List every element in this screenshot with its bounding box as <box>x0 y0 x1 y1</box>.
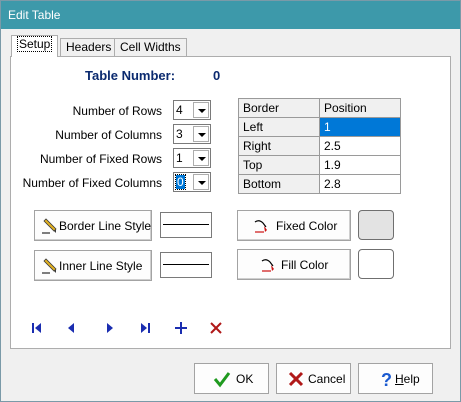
tab-cell-widths-label: Cell Widths <box>120 40 181 54</box>
grid-header-row: Border Position <box>238 98 401 118</box>
title-bar[interactable]: Edit Table <box>1 1 460 29</box>
inner-line-style-button[interactable]: Inner Line Style <box>34 250 152 281</box>
grid-row-label: Top <box>238 155 320 175</box>
table-row: Top 1.9 <box>238 155 401 175</box>
grid-row-label: Right <box>238 136 320 156</box>
columns-label: Number of Columns <box>55 128 162 142</box>
rows-value: 4 <box>176 103 183 117</box>
paint-brush-icon <box>254 220 267 233</box>
paint-brush-icon <box>261 259 274 272</box>
add-record-icon[interactable] <box>173 320 189 336</box>
ok-label: OK <box>236 372 254 386</box>
grid-cell[interactable]: 2.8 <box>319 174 401 194</box>
table-row: Bottom 2.8 <box>238 174 401 194</box>
tab-setup-label: Setup <box>17 36 53 52</box>
border-position-grid: Border Position Left 1 Right 2.5 Top 1.9… <box>238 98 401 194</box>
fixed-columns-label: Number of Fixed Columns <box>22 176 162 190</box>
rows-label: Number of Rows <box>72 104 162 118</box>
rows-combobox[interactable]: 4 <box>173 100 211 120</box>
table-number-label: Table Number: <box>85 68 176 83</box>
ok-button[interactable]: OK <box>194 363 269 394</box>
inner-line-preview <box>160 252 212 278</box>
pencil-icon <box>42 218 57 234</box>
grid-row-label: Bottom <box>238 174 320 194</box>
fixed-columns-combobox[interactable]: 0 <box>173 172 211 192</box>
table-number-value: 0 <box>213 68 221 83</box>
edit-table-dialog: Edit Table Setup Headers Cell Widths Tab… <box>0 0 461 402</box>
delete-record-icon[interactable] <box>208 320 224 336</box>
columns-combobox[interactable]: 3 <box>173 124 211 144</box>
tab-headers-label: Headers <box>66 40 112 54</box>
chevron-down-icon[interactable] <box>193 174 209 190</box>
fixed-columns-value: 0 <box>175 174 186 190</box>
next-record-icon[interactable] <box>101 320 117 336</box>
cancel-button[interactable]: Cancel <box>276 363 351 394</box>
fixed-color-label: Fixed Color <box>276 219 338 233</box>
fixed-rows-combobox[interactable]: 1 <box>173 148 211 168</box>
svg-text:?: ? <box>381 370 392 388</box>
chevron-down-icon[interactable] <box>193 102 209 118</box>
grid-header-border: Border <box>238 98 320 118</box>
fixed-color-button[interactable]: Fixed Color <box>237 210 351 241</box>
table-row: Left 1 <box>238 117 401 137</box>
last-record-icon[interactable] <box>137 320 153 336</box>
help-icon: ? <box>381 370 392 388</box>
border-line-style-label: Border Line Style <box>59 219 152 233</box>
close-icon <box>288 371 304 387</box>
inner-line-style-label: Inner Line Style <box>59 259 143 273</box>
columns-value: 3 <box>176 127 183 141</box>
border-line-style-button[interactable]: Border Line Style <box>34 210 152 241</box>
fixed-rows-label: Number of Fixed Rows <box>39 152 162 166</box>
fill-color-button[interactable]: Fill Color <box>237 249 351 280</box>
help-button[interactable]: ? Help <box>358 363 433 394</box>
border-line-preview <box>160 212 212 238</box>
first-record-icon[interactable] <box>29 320 45 336</box>
grid-cell[interactable]: 1 <box>319 117 401 137</box>
tab-headers[interactable]: Headers <box>60 38 118 56</box>
pencil-icon <box>42 258 57 274</box>
fill-color-label: Fill Color <box>281 258 329 272</box>
help-label: Help <box>395 372 420 386</box>
previous-record-icon[interactable] <box>64 320 80 336</box>
grid-header-position: Position <box>319 98 401 118</box>
cancel-label: Cancel <box>308 372 346 386</box>
fixed-color-swatch[interactable] <box>358 210 394 240</box>
grid-row-label: Left <box>238 117 320 137</box>
grid-cell[interactable]: 1.9 <box>319 155 401 175</box>
tab-cell-widths[interactable]: Cell Widths <box>114 38 187 56</box>
fixed-rows-value: 1 <box>176 151 183 165</box>
chevron-down-icon[interactable] <box>193 126 209 142</box>
window-title: Edit Table <box>8 8 61 22</box>
grid-cell[interactable]: 2.5 <box>319 136 401 156</box>
fill-color-swatch[interactable] <box>358 249 394 279</box>
help-label-rest: elp <box>403 372 420 386</box>
chevron-down-icon[interactable] <box>193 150 209 166</box>
checkmark-icon <box>213 372 231 388</box>
tab-setup[interactable]: Setup <box>11 35 59 57</box>
table-row: Right 2.5 <box>238 136 401 156</box>
